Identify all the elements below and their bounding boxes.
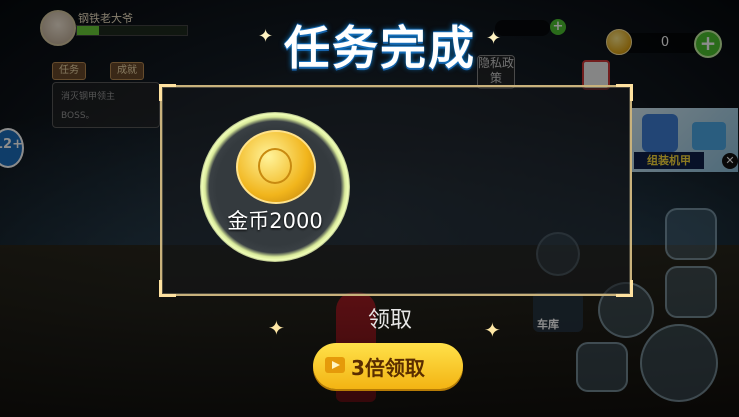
- reward-amount-label: 金币2000: [227, 209, 323, 233]
- title-star-icon: ✦: [258, 26, 274, 47]
- video-play-glyph: [332, 361, 340, 369]
- title-star-icon: ✦: [486, 28, 502, 49]
- sparkle-icon: ✦: [484, 318, 501, 342]
- corner-decoration: [159, 280, 176, 297]
- claim-button[interactable]: 领取: [330, 302, 450, 334]
- coin-face-icon: [258, 148, 292, 184]
- video-icon: [325, 357, 345, 373]
- dialog-title: 任务完成: [284, 21, 476, 75]
- claim-triple-button[interactable]: 3倍领取: [313, 343, 463, 389]
- corner-decoration: [616, 280, 633, 297]
- sparkle-icon: ✦: [268, 316, 285, 340]
- corner-decoration: [159, 84, 176, 101]
- claim-triple-label: 3倍领取: [351, 356, 425, 380]
- corner-decoration: [616, 84, 633, 101]
